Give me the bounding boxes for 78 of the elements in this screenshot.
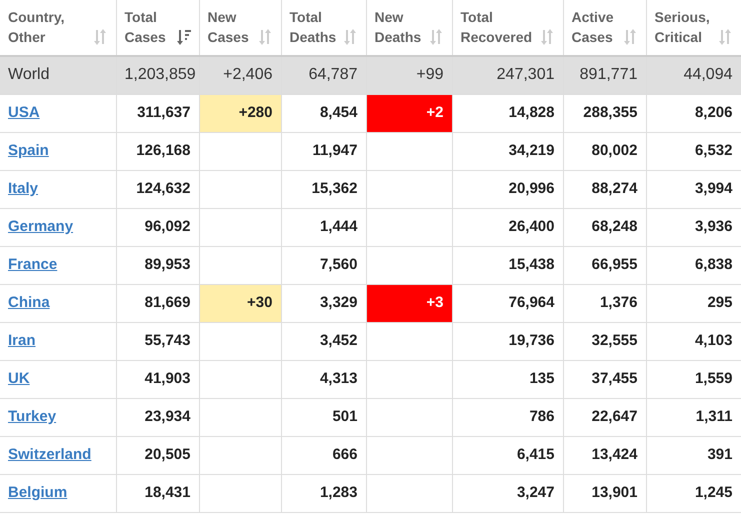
table-cell: 23,934: [116, 398, 199, 436]
table-cell: 88,274: [563, 170, 646, 208]
table-cell: 64,787: [281, 56, 366, 94]
table-cell: +280: [199, 94, 281, 132]
table-cell: 3,247: [452, 474, 563, 512]
country-link[interactable]: Switzerland: [8, 446, 92, 463]
country-link[interactable]: UK: [8, 370, 30, 387]
table-cell: 14,828: [452, 94, 563, 132]
country-link[interactable]: USA: [8, 104, 40, 121]
table-cell: 7,560: [281, 246, 366, 284]
table-cell: 89,953: [116, 246, 199, 284]
table-cell: World: [8, 66, 50, 84]
table-cell: 20,996: [452, 170, 563, 208]
country-link[interactable]: Germany: [8, 218, 74, 235]
table-cell: +30: [199, 284, 281, 322]
table-cell: 11,947: [281, 132, 366, 170]
table-cell: 1,245: [646, 474, 741, 512]
table-cell: 18,431: [116, 474, 199, 512]
table-cell: 1,376: [563, 284, 646, 322]
country-link[interactable]: Iran: [8, 332, 36, 349]
table-cell: 6,415: [452, 436, 563, 474]
table-cell: 288,355: [563, 94, 646, 132]
table-cell: 3,936: [646, 208, 741, 246]
country-link[interactable]: Spain: [8, 142, 49, 159]
country-link[interactable]: Belgium: [8, 484, 68, 501]
table-cell: 96,092: [116, 208, 199, 246]
table-cell: 68,248: [563, 208, 646, 246]
table-cell: 3,994: [646, 170, 741, 208]
table-cell: 6,838: [646, 246, 741, 284]
table-cell: 295: [646, 284, 741, 322]
table-cell: 666: [281, 436, 366, 474]
country-link[interactable]: Turkey: [8, 408, 56, 425]
country-link[interactable]: China: [8, 294, 50, 311]
table-cell: 66,955: [563, 246, 646, 284]
table-cell: 391: [646, 436, 741, 474]
table-cell: 55,743: [116, 322, 199, 360]
table-cell: 4,313: [281, 360, 366, 398]
table-cell: 81,669: [116, 284, 199, 322]
table-cell: 501: [281, 398, 366, 436]
table-cell: 22,647: [563, 398, 646, 436]
country-link[interactable]: Italy: [8, 180, 38, 197]
table-cell: 1,444: [281, 208, 366, 246]
table-cell: +3: [366, 284, 452, 322]
table-cell: +2: [366, 94, 452, 132]
table-cell: 1,203,859: [116, 56, 199, 94]
table-cell: 13,901: [563, 474, 646, 512]
table-cell: 311,637: [116, 94, 199, 132]
table-cell: 124,632: [116, 170, 199, 208]
table-cell: 1,559: [646, 360, 741, 398]
table-cell: 19,736: [452, 322, 563, 360]
table-cell: 135: [452, 360, 563, 398]
table-cell: +2,406: [199, 56, 281, 94]
table-cell: 6,532: [646, 132, 741, 170]
country-link[interactable]: France: [8, 256, 58, 273]
table-cell: 13,424: [563, 436, 646, 474]
table-cell: 1,311: [646, 398, 741, 436]
table-cell: 891,771: [563, 56, 646, 94]
table-cell: 4,103: [646, 322, 741, 360]
table-cell: 3,329: [281, 284, 366, 322]
table-cell: 247,301: [452, 56, 563, 94]
table-cell: 37,455: [563, 360, 646, 398]
table-cell: 8,454: [281, 94, 366, 132]
table-cell: 34,219: [452, 132, 563, 170]
table-cell: 126,168: [116, 132, 199, 170]
table-cell: 20,505: [116, 436, 199, 474]
table-cell: 41,903: [116, 360, 199, 398]
table-cell: 1,283: [281, 474, 366, 512]
table-cell: 44,094: [646, 56, 741, 94]
table-cell: 26,400: [452, 208, 563, 246]
table-cell: 3,452: [281, 322, 366, 360]
table-cell: 15,362: [281, 170, 366, 208]
table-cell: 786: [452, 398, 563, 436]
table-cell: 76,964: [452, 284, 563, 322]
table-cell: 32,555: [563, 322, 646, 360]
table-cell: 80,002: [563, 132, 646, 170]
table-cell: +99: [366, 56, 452, 94]
table-cell: 15,438: [452, 246, 563, 284]
table-cell: 8,206: [646, 94, 741, 132]
